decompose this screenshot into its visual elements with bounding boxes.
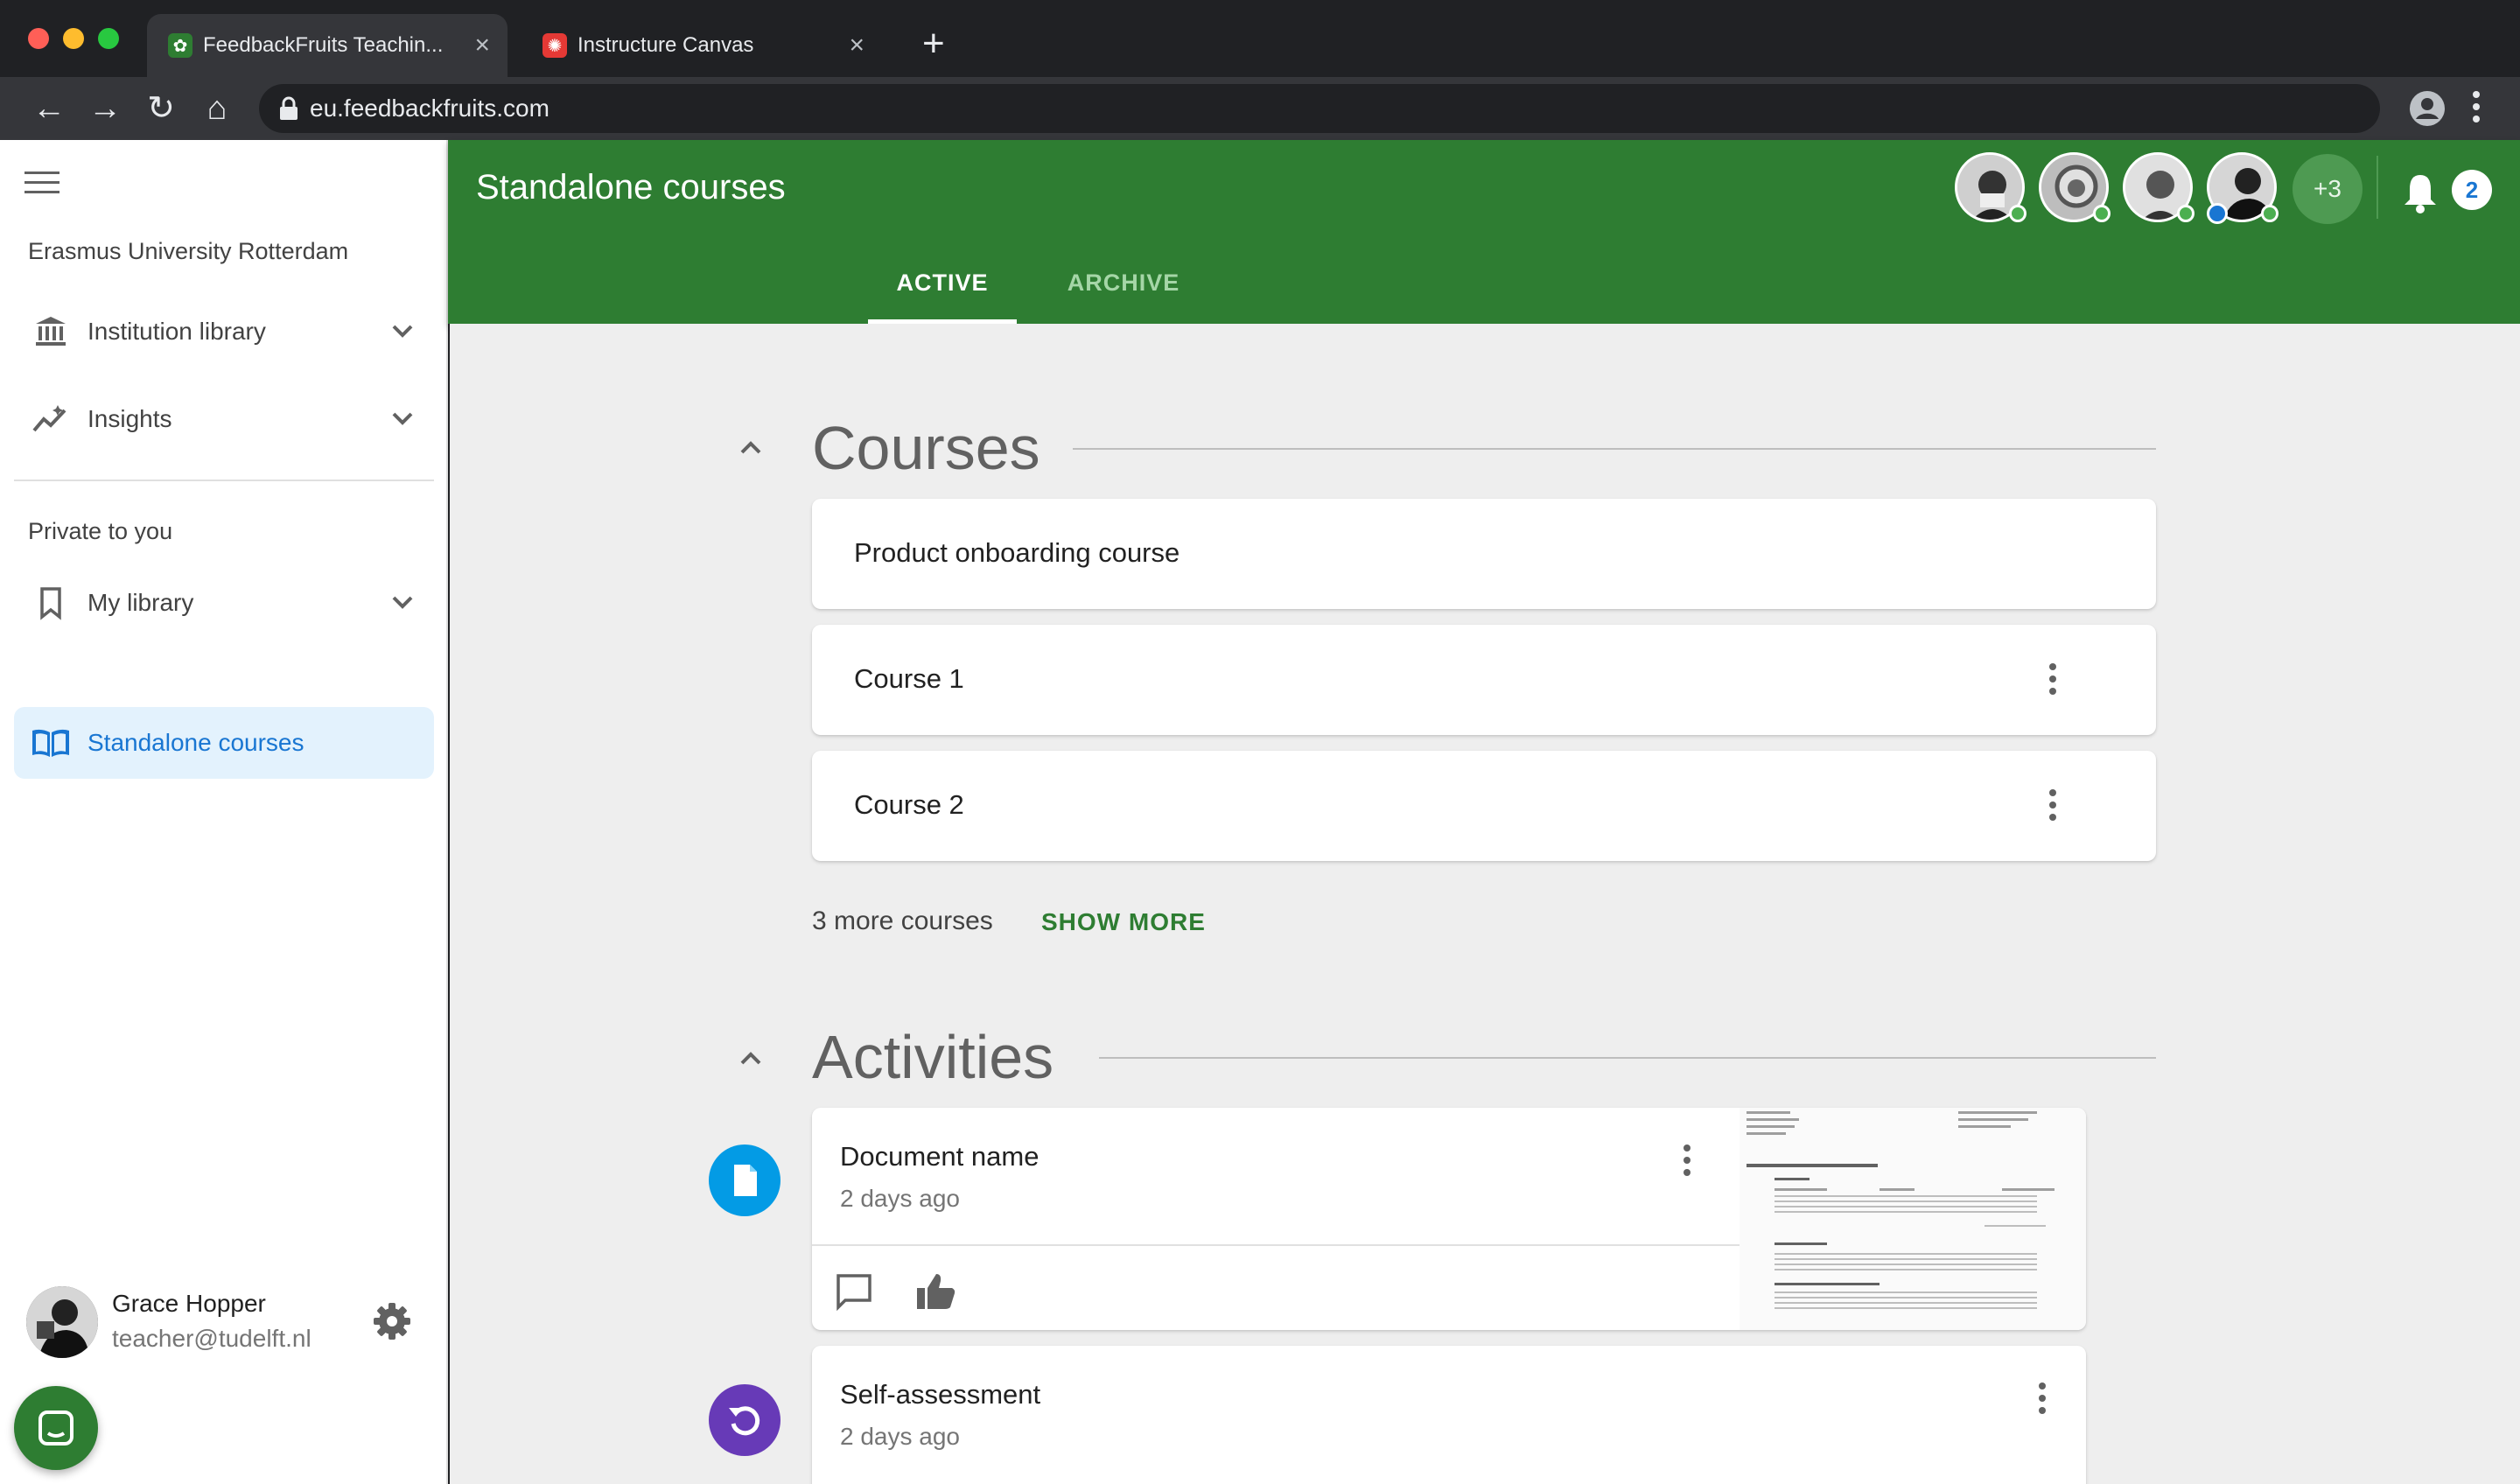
section-divider (1073, 448, 2156, 450)
tab-label: ARCHIVE (1067, 270, 1180, 296)
activity-timestamp: 2 days ago (840, 1185, 960, 1212)
document-activity-icon (709, 1144, 780, 1216)
activity-title: Self-assessment (840, 1379, 1041, 1410)
thumbs-up-icon[interactable] (915, 1270, 957, 1311)
role-badge-icon (2207, 203, 2228, 224)
home-icon[interactable]: ⌂ (192, 84, 242, 133)
sidebar-item-label: My library (88, 589, 194, 616)
sidebar-item-institution-library[interactable]: Institution library (14, 296, 434, 368)
user-avatar[interactable] (26, 1286, 98, 1358)
sidebar-item-label: Insights (88, 405, 172, 432)
main-content: Courses Product onboarding course Course… (450, 324, 2520, 1484)
institution-icon (30, 311, 72, 353)
comment-icon[interactable] (835, 1272, 873, 1311)
lock-icon (280, 96, 298, 120)
tab-title: Instructure Canvas (578, 33, 754, 57)
courses-section-title: Courses (812, 414, 1040, 482)
notification-count-badge: 2 (2452, 170, 2492, 210)
sidebar-item-insights[interactable]: Insights (14, 383, 434, 455)
more-options-icon[interactable] (2048, 663, 2058, 700)
browser-menu-icon[interactable] (2473, 91, 2480, 122)
back-icon[interactable]: ← (24, 84, 74, 133)
sidebar-item-my-library[interactable]: My library (14, 567, 434, 639)
forward-icon[interactable]: → (80, 84, 130, 133)
new-tab-icon[interactable]: + (922, 23, 945, 65)
tab-title: FeedbackFruits Teachin... (203, 33, 444, 57)
section-divider (1099, 1057, 2156, 1059)
activity-timestamp: 2 days ago (840, 1423, 960, 1450)
chevron-down-icon[interactable] (385, 313, 420, 348)
hamburger-menu-icon[interactable] (24, 170, 60, 196)
profile-icon[interactable] (2408, 89, 2446, 128)
user-name: Grace Hopper (112, 1290, 266, 1317)
tab-archive[interactable]: ARCHIVE (1046, 262, 1200, 324)
activity-card[interactable]: Self-assessment 2 days ago (812, 1346, 2086, 1484)
show-more-button[interactable]: SHOW MORE (1041, 908, 1206, 936)
sidebar-divider (14, 480, 434, 481)
course-card[interactable]: Product onboarding course (812, 499, 2156, 609)
close-tab-icon[interactable]: × (849, 28, 864, 63)
more-options-icon[interactable] (2037, 1382, 2048, 1419)
document-preview-thumbnail[interactable] (1740, 1108, 2086, 1330)
course-title: Course 1 (854, 663, 964, 694)
activity-title: Document name (840, 1141, 1040, 1172)
maximize-window-button[interactable] (98, 28, 119, 49)
collapse-courses-chevron-icon[interactable] (735, 432, 766, 464)
close-tab-icon[interactable]: × (474, 28, 490, 63)
course-card[interactable]: Course 2 (812, 751, 2156, 861)
insights-icon (30, 398, 72, 440)
url-text: eu.feedbackfruits.com (310, 94, 550, 122)
settings-gear-icon[interactable] (373, 1302, 411, 1340)
feedbackfruits-favicon-icon: ✿ (168, 33, 192, 58)
card-divider (812, 1244, 1740, 1246)
online-status-indicator (2261, 205, 2278, 222)
browser-tab-feedbackfruits[interactable]: ✿ FeedbackFruits Teachin... × (147, 14, 508, 77)
chevron-down-icon[interactable] (385, 401, 420, 436)
address-bar[interactable]: eu.feedbackfruits.com (259, 84, 2380, 133)
online-status-indicator (2177, 205, 2194, 222)
page-header: Standalone courses ACTIVE ARCHIVE +3 2 (448, 140, 2520, 324)
sidebar-item-standalone-courses[interactable]: Standalone courses (14, 707, 434, 779)
course-title: Product onboarding course (854, 537, 1180, 568)
activities-section-title: Activities (812, 1023, 1054, 1091)
notifications-bell-icon[interactable] (2401, 172, 2440, 214)
private-heading: Private to you (28, 518, 173, 544)
bookmark-icon (30, 582, 72, 624)
chevron-down-icon[interactable] (385, 584, 420, 620)
collapse-activities-chevron-icon[interactable] (735, 1043, 766, 1074)
header-divider (2376, 156, 2378, 219)
more-options-icon[interactable] (1682, 1144, 1692, 1181)
tab-active[interactable]: ACTIVE (868, 262, 1017, 324)
canvas-favicon-icon: ✺ (542, 33, 567, 58)
sidebar: Erasmus University Rotterdam Institution… (0, 140, 448, 1484)
course-title: Course 2 (854, 789, 964, 820)
user-email: teacher@tudelft.nl (112, 1325, 312, 1352)
more-options-icon[interactable] (2048, 789, 2058, 826)
page-title: Standalone courses (476, 168, 786, 206)
minimize-window-button[interactable] (63, 28, 84, 49)
close-window-button[interactable] (28, 28, 49, 49)
more-collaborators-button[interactable]: +3 (2292, 154, 2362, 224)
browser-tab-canvas[interactable]: ✺ Instructure Canvas × (522, 14, 882, 77)
sidebar-item-label: Institution library (88, 318, 266, 345)
activity-card[interactable]: Document name 2 days ago (812, 1108, 2086, 1330)
online-status-indicator (2093, 205, 2110, 222)
self-assessment-activity-icon (709, 1384, 780, 1456)
chat-icon (38, 1410, 74, 1446)
online-status-indicator (2009, 205, 2026, 222)
more-courses-count: 3 more courses (812, 906, 993, 935)
chat-launcher-button[interactable] (14, 1386, 98, 1470)
tab-label: ACTIVE (896, 270, 989, 296)
open-book-icon (30, 722, 72, 764)
institution-name: Erasmus University Rotterdam (28, 238, 349, 264)
course-card[interactable]: Course 1 (812, 625, 2156, 735)
sidebar-item-label: Standalone courses (88, 729, 304, 756)
reload-icon[interactable]: ↻ (136, 84, 186, 133)
